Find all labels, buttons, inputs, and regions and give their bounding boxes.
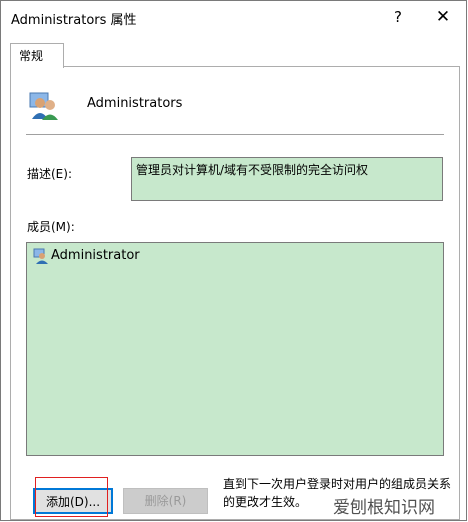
- member-name: Administrator: [51, 248, 140, 263]
- group-name: Administrators: [87, 96, 183, 111]
- properties-dialog: Administrators 属性 ? ✕ 常规 Administrators …: [0, 0, 467, 521]
- description-value: 管理员对计算机/域有不受限制的完全访问权: [136, 163, 369, 177]
- help-button[interactable]: ?: [388, 7, 408, 27]
- user-icon: [33, 248, 48, 264]
- remove-button: 删除(R): [123, 488, 208, 514]
- separator: [26, 134, 444, 135]
- user-group-icon: [29, 92, 58, 120]
- window-title: Administrators 属性: [11, 13, 137, 28]
- general-panel: Administrators 描述(E): 管理员对计算机/域有不受限制的完全访…: [10, 66, 460, 520]
- members-list[interactable]: Administrator: [26, 242, 444, 456]
- tab-general-label: 常规: [19, 49, 44, 63]
- add-button[interactable]: 添加(D)...: [33, 488, 113, 514]
- watermark-text: 爱刨根知识网: [333, 498, 435, 518]
- title-bar: Administrators 属性 ? ✕: [1, 1, 466, 33]
- close-button[interactable]: ✕: [433, 7, 453, 27]
- description-field[interactable]: 管理员对计算机/域有不受限制的完全访问权: [131, 157, 443, 201]
- tab-general[interactable]: 常规: [10, 43, 64, 68]
- members-label: 成员(M):: [27, 220, 75, 234]
- description-label: 描述(E):: [27, 167, 72, 181]
